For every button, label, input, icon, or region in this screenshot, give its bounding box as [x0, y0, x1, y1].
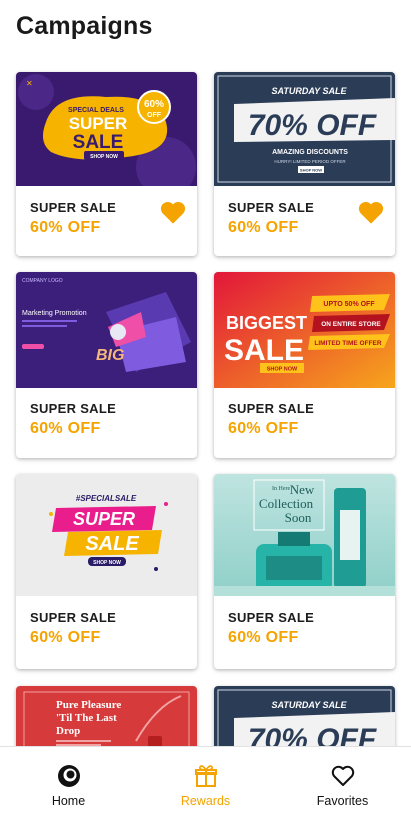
- svg-text:BIG: BIG: [96, 347, 124, 364]
- campaign-banner-image: COMPANY LOGO Marketing Promotion BIG: [16, 272, 197, 388]
- home-ring-icon: [57, 765, 80, 787]
- svg-text:'Til The Last: 'Til The Last: [56, 712, 117, 724]
- favorite-heart-icon[interactable]: [159, 199, 187, 225]
- nav-item-favorites[interactable]: Favorites: [274, 747, 411, 823]
- svg-text:Collection: Collection: [259, 496, 314, 511]
- svg-text:Soon: Soon: [285, 510, 312, 525]
- campaign-name: SUPER SALE: [228, 401, 315, 416]
- svg-text:SALE: SALE: [85, 533, 139, 555]
- campaign-banner-image: SATURDAY SALE 70% OFF AMAZING DISCOUNTS …: [214, 72, 395, 186]
- nav-item-rewards[interactable]: Rewards: [137, 747, 274, 823]
- svg-text:SATURDAY SALE: SATURDAY SALE: [271, 86, 347, 96]
- svg-text:SATURDAY SALE: SATURDAY SALE: [271, 700, 347, 710]
- bottom-navigation: Home Rewards Favorites: [0, 746, 411, 823]
- svg-text:SHOP NOW: SHOP NOW: [90, 154, 118, 160]
- campaign-card[interactable]: SATURDAY SALE 70% OFF AMAZING DISCOUNTS …: [214, 72, 395, 256]
- svg-text:✕: ✕: [26, 79, 33, 88]
- campaign-card[interactable]: 60% OFF SPECIAL DEALS SUPER SALE SHOP NO…: [16, 72, 197, 256]
- campaign-discount: 60% OFF: [228, 420, 299, 437]
- svg-text:COMPANY LOGO: COMPANY LOGO: [22, 278, 63, 284]
- svg-text:AMAZING DISCOUNTS: AMAZING DISCOUNTS: [272, 149, 348, 156]
- svg-text:SALE: SALE: [73, 132, 124, 153]
- svg-text:#SPECIALSALE: #SPECIALSALE: [76, 494, 137, 503]
- campaign-banner-image: In Here New Collection Soon: [214, 474, 395, 596]
- svg-text:Marketing Promotion: Marketing Promotion: [22, 310, 87, 317]
- heart-outline-icon: [331, 765, 354, 786]
- svg-text:SALE: SALE: [224, 334, 304, 367]
- campaign-discount: 60% OFF: [228, 219, 299, 236]
- gift-icon: [194, 765, 217, 787]
- campaign-card[interactable]: In Here New Collection Soon SUPER SALE 6…: [214, 474, 395, 669]
- svg-text:Drop: Drop: [56, 725, 80, 737]
- campaign-name: SUPER SALE: [228, 610, 315, 625]
- campaign-name: SUPER SALE: [30, 200, 117, 215]
- favorite-heart-icon[interactable]: [357, 199, 385, 225]
- campaign-name: SUPER SALE: [30, 401, 117, 416]
- svg-text:SHOP NOW: SHOP NOW: [93, 560, 121, 566]
- svg-text:SHOP NOW: SHOP NOW: [267, 367, 298, 373]
- campaign-name: SUPER SALE: [228, 200, 315, 215]
- svg-text:Pure Pleasure: Pure Pleasure: [56, 699, 121, 711]
- page-title: Campaigns: [16, 12, 153, 40]
- campaign-banner-image: BIGGEST SALE UPTO 50% OFF ON ENTIRE STOR…: [214, 272, 395, 388]
- svg-text:SPECIAL DEALS: SPECIAL DEALS: [68, 107, 124, 114]
- svg-text:In Here: In Here: [272, 486, 290, 492]
- nav-item-home[interactable]: Home: [0, 747, 137, 823]
- campaign-discount: 60% OFF: [30, 219, 101, 236]
- campaign-discount: 60% OFF: [30, 629, 101, 646]
- svg-text:SHOP NOW: SHOP NOW: [300, 168, 322, 173]
- campaign-banner-image: #SPECIALSALE SUPER SALE SHOP NOW: [16, 474, 197, 596]
- svg-text:BIGGEST: BIGGEST: [226, 313, 307, 333]
- nav-label-home: Home: [51, 794, 86, 808]
- nav-label-favorites: Favorites: [316, 794, 369, 808]
- nav-label-rewards: Rewards: [180, 794, 231, 808]
- svg-text:ON ENTIRE STORE: ON ENTIRE STORE: [321, 321, 381, 328]
- svg-text:LIMITED TIME OFFER: LIMITED TIME OFFER: [314, 340, 381, 347]
- svg-text:OFF: OFF: [147, 112, 162, 119]
- campaign-discount: 60% OFF: [30, 420, 101, 437]
- campaign-name: SUPER SALE: [30, 610, 117, 625]
- svg-text:70% OFF: 70% OFF: [248, 109, 377, 142]
- campaign-card[interactable]: #SPECIALSALE SUPER SALE SHOP NOW SUPER S…: [16, 474, 197, 669]
- svg-text:60%: 60%: [144, 99, 164, 110]
- campaign-banner-image: 60% OFF SPECIAL DEALS SUPER SALE SHOP NO…: [16, 72, 197, 186]
- campaign-discount: 60% OFF: [228, 629, 299, 646]
- campaign-card[interactable]: COMPANY LOGO Marketing Promotion BIG SUP…: [16, 272, 197, 458]
- svg-text:HURRY! LIMITED PERIOD OFFER: HURRY! LIMITED PERIOD OFFER: [274, 159, 346, 164]
- campaign-card[interactable]: BIGGEST SALE UPTO 50% OFF ON ENTIRE STOR…: [214, 272, 395, 458]
- svg-text:UPTO 50% OFF: UPTO 50% OFF: [323, 301, 375, 308]
- svg-text:SUPER: SUPER: [73, 509, 135, 529]
- svg-text:SUPER: SUPER: [69, 114, 128, 133]
- svg-text:New: New: [290, 482, 315, 497]
